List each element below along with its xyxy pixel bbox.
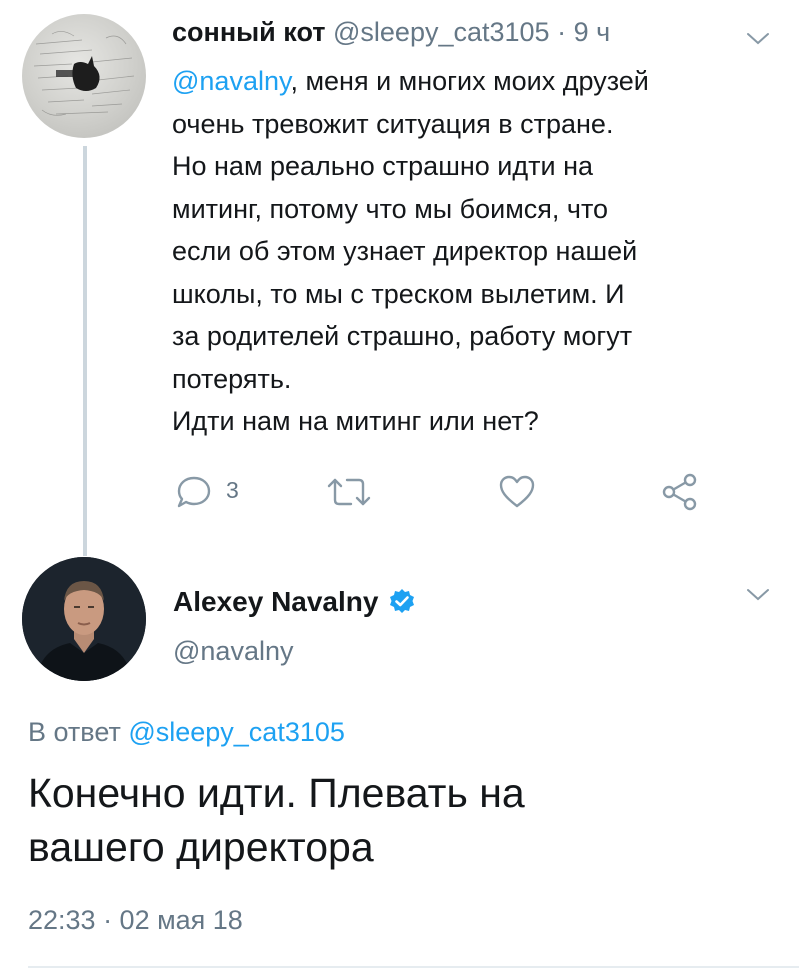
reply-icon — [177, 476, 211, 508]
tweet-text-line: Конечно идти. Плевать на — [28, 770, 525, 816]
tweet-text-line: если об этом узнает директор нашей — [172, 236, 638, 266]
replying-to: В ответ @sleepy_cat3105 — [28, 712, 345, 752]
reply-button[interactable] — [174, 472, 214, 512]
tweet-text-line: Идти нам на митинг или нет? — [172, 406, 539, 436]
share-icon — [662, 473, 697, 511]
mention-link[interactable]: @navalny — [172, 66, 290, 96]
author-handle[interactable]: @sleepy_cat3105 — [333, 17, 550, 47]
tweet-text: Конечно идти. Плевать на вашего директор… — [28, 766, 768, 874]
like-button[interactable] — [497, 472, 537, 512]
tweet-text-line: митинг, потому что мы боимся, что — [172, 193, 609, 224]
avatar[interactable] — [22, 557, 146, 681]
replying-to-link[interactable]: @sleepy_cat3105 — [128, 717, 345, 747]
retweet-icon — [327, 478, 371, 506]
author-handle[interactable]: @navalny — [173, 631, 293, 671]
replying-prefix: В ответ — [28, 717, 129, 747]
avatar[interactable] — [22, 14, 146, 138]
tweet-text: @navalny, меня и многих моих друзей очен… — [172, 60, 772, 443]
tweet-text-line: за родителей страшно, работу могут — [172, 321, 633, 351]
share-button[interactable] — [660, 472, 700, 512]
tweet-time[interactable]: 9 ч — [574, 17, 611, 47]
chevron-down-icon[interactable] — [745, 30, 771, 48]
author-name-row: Alexey Navalny — [173, 582, 416, 622]
verified-badge-icon — [390, 589, 415, 613]
tweet-header: сонный кот @sleepy_cat3105 · 9 ч — [172, 12, 610, 52]
tweet-text-line: потерять. — [172, 363, 292, 394]
tweet-text-line: , меня и многих моих друзей — [290, 66, 649, 96]
reply-count: 3 — [226, 477, 239, 503]
chevron-down-icon[interactable] — [745, 586, 771, 604]
tweet-text-line: Но нам реально страшно идти на — [172, 151, 594, 181]
author-name[interactable]: сонный кот — [172, 17, 325, 47]
heart-icon — [499, 475, 535, 508]
author-name[interactable]: Alexey Navalny — [173, 582, 378, 622]
tweet-text-line: школы, то мы с треском вылетим. И — [172, 278, 625, 309]
header-separator: · — [557, 17, 567, 47]
retweet-button[interactable] — [325, 472, 373, 512]
tweet-timestamp[interactable]: 22:33 · 02 мая 18 — [28, 900, 243, 940]
thread-connector-line — [83, 146, 87, 556]
tweet-text-line: вашего директора — [28, 824, 374, 870]
divider — [28, 966, 799, 968]
tweet-text-line: очень тревожит ситуация в стране. — [172, 108, 614, 139]
